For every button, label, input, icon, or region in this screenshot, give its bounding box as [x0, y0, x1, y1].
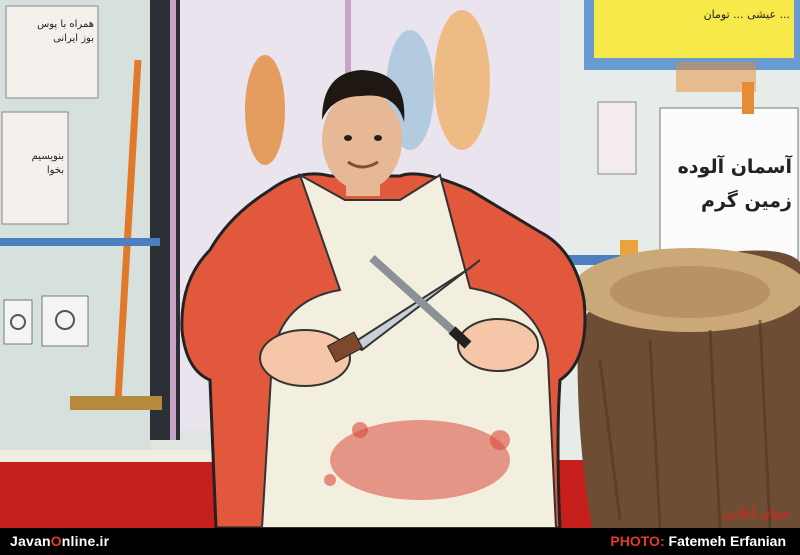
site-name-suffix: nline.ir: [61, 533, 110, 549]
photo-credit: PHOTO: Fatemeh Erfanian: [610, 533, 786, 549]
sign-right-line-1: آسمان آلوده: [677, 156, 792, 178]
sign-right-line-2: زمین گرم: [701, 190, 792, 212]
scene-illustration: [0, 0, 800, 528]
sign-top-right-text: ... عیشی ... تومان: [703, 8, 790, 21]
sign-top-left-text: همراه با پوس بوز ایرانی: [14, 18, 94, 46]
photo-credit-name: Fatemeh Erfanian: [668, 533, 786, 549]
sign-left-mid-text: بنویسیم بخوا: [6, 150, 64, 178]
sign-left-mid-line-1: بنویسیم: [31, 151, 64, 162]
photo: همراه با پوس بوز ایرانی بنویسیم بخوا ...…: [0, 0, 800, 528]
photo-credit-label: PHOTO:: [610, 533, 665, 549]
sign-top-left-line-2: بوز ایرانی: [53, 33, 94, 44]
watermark-logo: جوان آنلاین: [722, 506, 790, 520]
caption-bar: JavanOnline.ir PHOTO: Fatemeh Erfanian: [0, 528, 800, 555]
sign-top-left-line-1: همراه با پوس: [37, 19, 94, 30]
sign-right-text: آسمان آلوده زمین گرم: [664, 150, 792, 218]
site-name-prefix: Javan: [10, 533, 51, 549]
site-name-highlight: O: [50, 533, 62, 549]
sign-left-mid-line-2: بخوا: [46, 165, 64, 176]
site-name[interactable]: JavanOnline.ir: [10, 533, 109, 549]
